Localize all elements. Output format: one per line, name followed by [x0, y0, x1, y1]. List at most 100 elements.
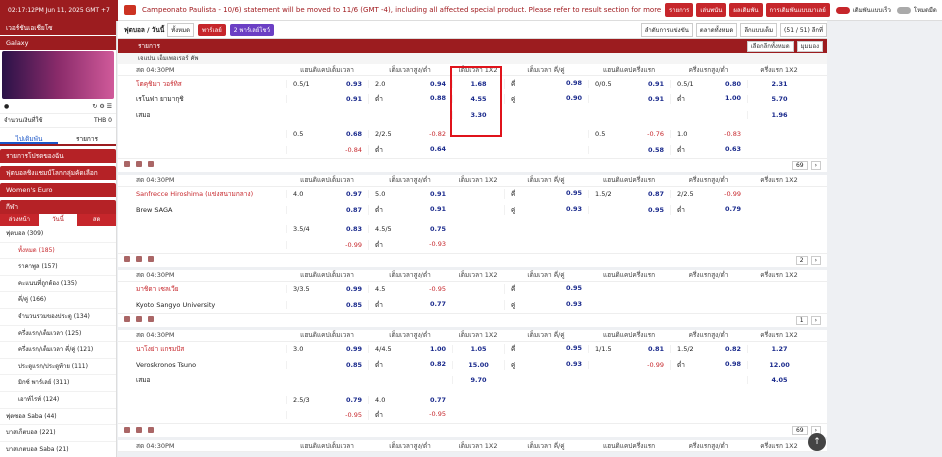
draw-label: เสมอ	[136, 376, 151, 385]
tab-list[interactable]: รายการ	[58, 132, 116, 144]
sidebar-tabs: ไปเดิมพัน รายการ	[0, 132, 116, 146]
home-team: นาโงย่า แกรมปัส	[136, 345, 185, 354]
market-odd-even[interactable]: คี่/คู่ (166)	[0, 292, 116, 309]
more-markets[interactable]: 69	[791, 426, 808, 435]
tab-live[interactable]: สด	[77, 214, 116, 226]
bets-button[interactable]: เล่นพนัน	[696, 3, 727, 17]
items-button[interactable]: รายการ	[665, 3, 694, 17]
stats-icon[interactable]	[124, 426, 130, 433]
period-tabs: ล่วงหน้า วันนี้ สด	[0, 214, 116, 226]
dark-mode-toggle[interactable]: โหมดมืด	[896, 5, 937, 15]
chart-icon[interactable]	[136, 256, 142, 262]
market-correct-score[interactable]: คะแนนที่ถูกต้อง (135)	[0, 276, 116, 293]
view-select[interactable]: มุมมอง	[796, 41, 823, 52]
quick-bet-toggle[interactable]: เดิมพันแบบเร็ว	[835, 5, 891, 15]
stats-icon[interactable]	[124, 316, 130, 322]
match-tools: 1 ›	[118, 312, 827, 327]
list-header: รายการ เลือกลีกทั้งหมด มุมมอง	[118, 39, 827, 53]
play-icon[interactable]	[136, 161, 142, 167]
home-team: Sanfrecce Hiroshima (แข่งสนามกลาง)	[136, 190, 254, 199]
asia-version-link[interactable]: เวอร์ชันเอเชียโซ	[0, 21, 116, 35]
match-row: Sanfrecce Hiroshima (แข่งสนามกลาง) 4.0 0.…	[118, 186, 827, 202]
chart-icon[interactable]	[148, 426, 154, 433]
extra-line: -0.95 ต่ำ -0.95	[118, 407, 827, 423]
league-name[interactable]: เจแปน เอ็มเพอเรอร์ คัพ	[118, 53, 827, 64]
chart-icon[interactable]	[148, 161, 154, 167]
womens-euro-section[interactable]: Women's Euro	[0, 183, 116, 197]
tab-bets[interactable]: ไปเดิมพัน	[0, 132, 58, 144]
league-count: (51 / 51) ลีกที่	[780, 22, 827, 37]
match-row: มาชิดา เซลเวีย 3/3.5 0.99 4.5 -0.95 คี่ 0.9…	[118, 281, 827, 297]
world-cup-section[interactable]: ฟุตบอลชิงแชมป์โลกกลุ่มคัดเลือก	[0, 166, 116, 180]
match-tools: 2 ›	[118, 252, 827, 267]
chevron-right-icon[interactable]: ›	[810, 255, 821, 265]
clock: 02:17:12PM Jun 11, 2025 GMT +7	[0, 0, 118, 21]
tab-early[interactable]: ล่วงหน้า	[0, 214, 39, 226]
filter-bar: ฟุตบอล / วันนี้ ทั้งหมด พาร์เลย์ 2 พาร์เ…	[118, 21, 827, 39]
match-row: Kyoto Sangyo University 0.85 ต่ำ 0.77 คู่…	[118, 297, 827, 313]
column-header: สด 04:30PM แฮนดิแคปเต็มเวลา เต็มเวลาสูง/ต…	[118, 329, 827, 342]
scroll-top-icon[interactable]: ↑	[808, 433, 826, 451]
market-ht-ft-odd-even[interactable]: ครึ่งแรก/เต็มเวลา คี่/คู่ (121)	[0, 342, 116, 359]
column-header: สด 04:30PM แฮนดิแคปเต็มเวลา เต็มเวลาสูง/ต…	[118, 269, 827, 282]
info-icon[interactable]	[148, 256, 154, 262]
market-pool[interactable]: ราคาพูล (157)	[0, 259, 116, 276]
sport-football[interactable]: ฟุตบอล (309)	[0, 226, 116, 243]
market-filter-select[interactable]: ตลาดทั้งหมด	[695, 22, 738, 37]
news-ticker[interactable]: Campeonato Paulista - 10/6) statement wi…	[142, 6, 662, 14]
market-all[interactable]: ทั้งหมด (185)	[0, 243, 116, 260]
extra-line: -0.84 ต่ำ 0.64 0.58 ต่ำ 0.63	[118, 142, 827, 158]
match-row: นาโงย่า แกรมปัส 3.0 0.99 4/4.5 1.00 1.05 ค…	[118, 341, 827, 357]
stats-icon[interactable]	[124, 161, 130, 167]
match-row: Veroskronos Tsuno 0.85 ต่ำ 0.82 15.00 คู่…	[118, 357, 827, 373]
balance-row: จำนวนเงินที่ใช้ THB 0	[0, 114, 116, 128]
column-header: สด 04:30PM แฮนดิแคปเต็มเวลา เต็มเวลาสูง/ต…	[118, 174, 827, 187]
refresh-icon[interactable]: ↻ ⚙ ☰	[92, 100, 112, 113]
market-ht-ft[interactable]: ครึ่งแรก/เต็มเวลา (125)	[0, 326, 116, 343]
match-tools: 69 ›	[118, 423, 827, 437]
league-select[interactable]: ลีกแบบเต็ม	[740, 22, 778, 37]
odds-type-button[interactable]: การเดิมพันแบบมาเลย์	[765, 3, 830, 17]
avatar-icon: ●	[4, 103, 10, 110]
mail-icon[interactable]	[124, 5, 136, 15]
column-header: สด 04:30PM แฮนดิแคปเต็มเวลา เต็มเวลาสูง/ต…	[118, 440, 827, 452]
right-panel	[827, 21, 942, 457]
favorites-section[interactable]: รายการโปรดของฉัน	[0, 149, 116, 163]
market-first-last-goal[interactable]: ประตูแรก/ประตูท้าย (111)	[0, 359, 116, 376]
more-markets[interactable]: 2	[795, 255, 808, 265]
sport-futsal[interactable]: ฟุตซอล Saba (44)	[0, 409, 116, 426]
market-select[interactable]: ทั้งหมด	[167, 22, 194, 37]
sort-select[interactable]: ลำดับการแข่งขัน	[640, 22, 693, 37]
galaxy-link[interactable]: Galaxy	[0, 36, 116, 50]
more-markets[interactable]: 69	[791, 160, 808, 170]
chevron-right-icon[interactable]: ›	[810, 315, 821, 325]
info-icon[interactable]	[148, 316, 154, 322]
sport-basketball-saba[interactable]: บาสเกตบอล Saba (21)	[0, 442, 116, 457]
chevron-right-icon[interactable]: ›	[810, 160, 821, 170]
tab-today[interactable]: วันนี้	[38, 214, 78, 226]
results-button[interactable]: ผลเดิมพัน	[729, 3, 763, 17]
parlay-button[interactable]: พาร์เลย์	[197, 23, 226, 36]
away-team: Kyoto Sangyo University	[136, 300, 216, 309]
home-team: โตคุชิมา วอร์ทิส	[136, 79, 182, 88]
highlight-box	[450, 66, 502, 137]
sports-section[interactable]: กีฬา	[0, 200, 116, 214]
sport-basketball[interactable]: บาสเก็ตบอล (221)	[0, 425, 116, 442]
market-total-goals[interactable]: จำนวนรวมของประตู (134)	[0, 309, 116, 326]
select-all-leagues[interactable]: เลือกลีกทั้งหมด	[746, 41, 794, 52]
play-icon[interactable]	[136, 426, 142, 433]
chart-icon[interactable]	[136, 316, 142, 322]
away-team: Veroskronos Tsuno	[136, 360, 197, 369]
match-row: เสมอ 9.70 4.05	[118, 372, 827, 388]
page-title: ฟุตบอล / วันนี้	[124, 25, 165, 34]
market-mix-parlay[interactable]: มิกซ์ พาร์เลย์ (311)	[0, 375, 116, 392]
extra-line: 2.5/3 0.79 4.0 0.77	[118, 392, 827, 408]
market-outright[interactable]: เอาท์ไรท์ (124)	[0, 392, 116, 409]
sidebar: เวอร์ชันเอเชียโซ Galaxy ● ↻ ⚙ ☰ จำนวนเงิน…	[0, 21, 117, 457]
stats-icon[interactable]	[124, 256, 130, 262]
match-row: Brew SAGA 0.87 ต่ำ 0.91 คู่ 0.93 0.95 ต่ำ 0…	[118, 202, 827, 218]
parlay-show-button[interactable]: 2 พาร์เลย์โชว์	[229, 23, 274, 36]
away-team: Brew SAGA	[136, 205, 173, 214]
promo-banner[interactable]	[2, 51, 114, 99]
more-markets[interactable]: 1	[795, 315, 808, 325]
